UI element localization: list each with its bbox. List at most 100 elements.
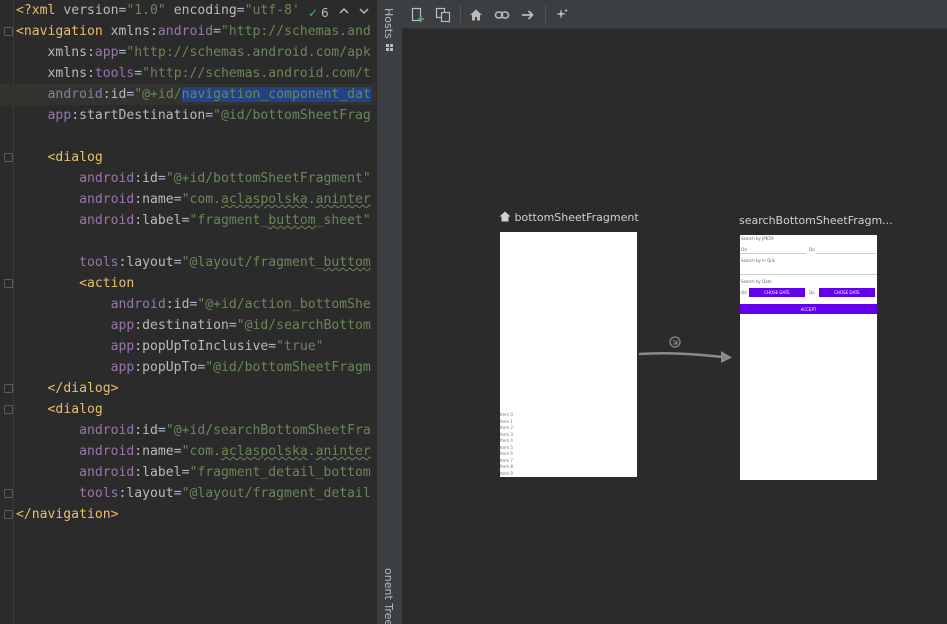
code-line[interactable]: <dialog <box>0 399 376 420</box>
code-line[interactable]: tools:layout="@layout/fragment_buttom <box>0 252 376 273</box>
code-token: <action <box>79 276 135 291</box>
code-line[interactable]: app:popUpToInclusive="true" <box>0 336 376 357</box>
code-token: :popUpTo <box>134 360 198 375</box>
code-line[interactable]: android:id="@+id/bottomSheetFragment" <box>0 168 376 189</box>
code-token: version <box>63 3 119 18</box>
code-token: android <box>79 171 135 186</box>
fold-marker[interactable] <box>4 153 13 162</box>
code-line[interactable]: <dialog <box>0 147 376 168</box>
code-token: aninter <box>315 192 371 207</box>
code-token: . <box>307 444 316 459</box>
code-line[interactable]: tools:layout="@layout/fragment_detail <box>0 483 376 504</box>
hosts-tab[interactable]: Hosts <box>382 8 395 39</box>
code-line[interactable]: android:name="com.aclaspolska.aninter <box>0 441 376 462</box>
code-token: <?xml <box>16 3 64 18</box>
code-token: = <box>205 108 214 123</box>
code-line[interactable] <box>0 126 376 147</box>
code-token: = <box>213 24 221 39</box>
code-token: </dialog> <box>47 381 119 396</box>
code-token: = <box>268 339 277 354</box>
code-token: <dialog <box>47 402 103 417</box>
code-token: android <box>79 444 135 459</box>
bottom-sheet-fragment[interactable]: Item 0 Item 1 Item 2 Item 3 Item 4 Item 5 Item… <box>500 232 637 477</box>
code-token: :label <box>134 213 182 228</box>
code-line[interactable]: android:id="@+id/searchBottomSheetFra <box>0 420 376 441</box>
magic-wand-icon[interactable] <box>551 5 571 25</box>
code-token: android <box>79 465 135 480</box>
inspection-widget[interactable]: ✓ 6 <box>300 3 376 23</box>
code-line[interactable]: app:popUpTo="@id/bottomSheetFragm <box>0 357 376 378</box>
toolbar-separator <box>545 6 546 23</box>
from-label: Od <box>741 290 747 295</box>
to-label: Do <box>809 290 815 295</box>
code-line[interactable]: </navigation> <box>0 504 376 525</box>
duplicate-icon[interactable] <box>433 5 453 25</box>
code-token: = <box>157 423 166 438</box>
arrow-right-icon[interactable] <box>518 5 538 25</box>
code-token: "@layout/fragment_ <box>181 255 324 270</box>
fold-marker[interactable] <box>4 27 13 36</box>
chose-date-button-2[interactable]: CHOSE DATE <box>819 288 875 297</box>
code-line[interactable]: android:label="fragment_buttom_sheet" <box>0 210 376 231</box>
code-token: aclaspolska <box>221 444 308 459</box>
code-token: "@+id/action_bottomShe <box>197 297 371 312</box>
check-icon: ✓ <box>308 6 319 20</box>
code-token: = <box>134 66 143 81</box>
new-destination-icon[interactable] <box>408 5 428 25</box>
code-line[interactable] <box>0 231 376 252</box>
home-icon[interactable] <box>466 5 486 25</box>
fold-marker[interactable] <box>4 405 13 414</box>
code-line[interactable]: </dialog> <box>0 378 376 399</box>
code-token: "com. <box>181 444 221 459</box>
fragment1-header[interactable]: bottomSheetFragment <box>499 211 639 225</box>
code-line[interactable]: android:id="@+id/navigation_component_da… <box>0 84 376 105</box>
chose-date-button-1[interactable]: CHOSE DATE <box>749 288 805 297</box>
code-line[interactable]: xmlns:app="http://schemas.android.com/ap… <box>0 42 376 63</box>
code-token: "@id/bottomSheetFrag <box>213 108 371 123</box>
code-line[interactable]: android:id="@+id/action_bottomShe <box>0 294 376 315</box>
warning-count: 6 <box>321 6 329 20</box>
fold-marker[interactable] <box>4 510 13 519</box>
code-token: </navigation> <box>16 507 119 522</box>
fold-marker[interactable] <box>4 279 13 288</box>
hosts-icon <box>386 44 394 52</box>
fold-marker[interactable] <box>4 384 13 393</box>
code-token: _sheet" <box>315 213 371 228</box>
code-token: buttom <box>323 255 371 270</box>
fragment2-label[interactable]: searchBottomSheetFragm... <box>739 214 893 227</box>
code-editor[interactable]: <?xml version="1.0" encoding="utf-8' <nav… <box>0 0 376 624</box>
code-token: aninter <box>315 444 371 459</box>
nav-graph-canvas[interactable]: bottomSheetFragment Item 0 Item 1 Item 2 It… <box>402 29 947 624</box>
code-line[interactable]: app:destination="@id/searchBottom <box>0 315 376 336</box>
code-token: android <box>79 423 135 438</box>
code-token: "http://schemas.and <box>221 24 371 39</box>
code-line[interactable]: <action <box>0 273 376 294</box>
search-bottom-sheet-fragment[interactable]: Search by JPK59 Od Do Search by in Qnk S… <box>740 235 877 480</box>
code-token: :startDestination <box>71 108 206 123</box>
fold-marker[interactable] <box>4 489 13 498</box>
code-line[interactable]: <navigation xmlns:android="http://schema… <box>0 21 376 42</box>
accept-button[interactable]: ACCEPT <box>740 304 877 314</box>
code-token: android <box>79 192 135 207</box>
chevron-down-icon[interactable] <box>358 3 370 23</box>
component-tree-tab[interactable]: onent Tree <box>382 568 395 624</box>
link-icon[interactable] <box>492 5 512 25</box>
chevron-up-icon[interactable] <box>338 3 350 23</box>
code-token: "com. <box>181 192 221 207</box>
side-tool-strip: Hosts onent Tree <box>376 0 402 624</box>
code-line[interactable]: android:name="com.aclaspolska.aninter <box>0 189 376 210</box>
code-token: app <box>110 318 135 333</box>
code-line[interactable]: app:startDestination="@id/bottomSheetFra… <box>0 105 376 126</box>
start-destination-home-icon <box>499 211 511 225</box>
code-line[interactable]: xmlns:tools="http://schemas.android.com/… <box>0 63 376 84</box>
action-arrow[interactable] <box>637 329 737 369</box>
code-token: "http://schemas.android.com/t <box>142 66 371 81</box>
code-line[interactable]: android:label="fragment_detail_bottom <box>0 462 376 483</box>
